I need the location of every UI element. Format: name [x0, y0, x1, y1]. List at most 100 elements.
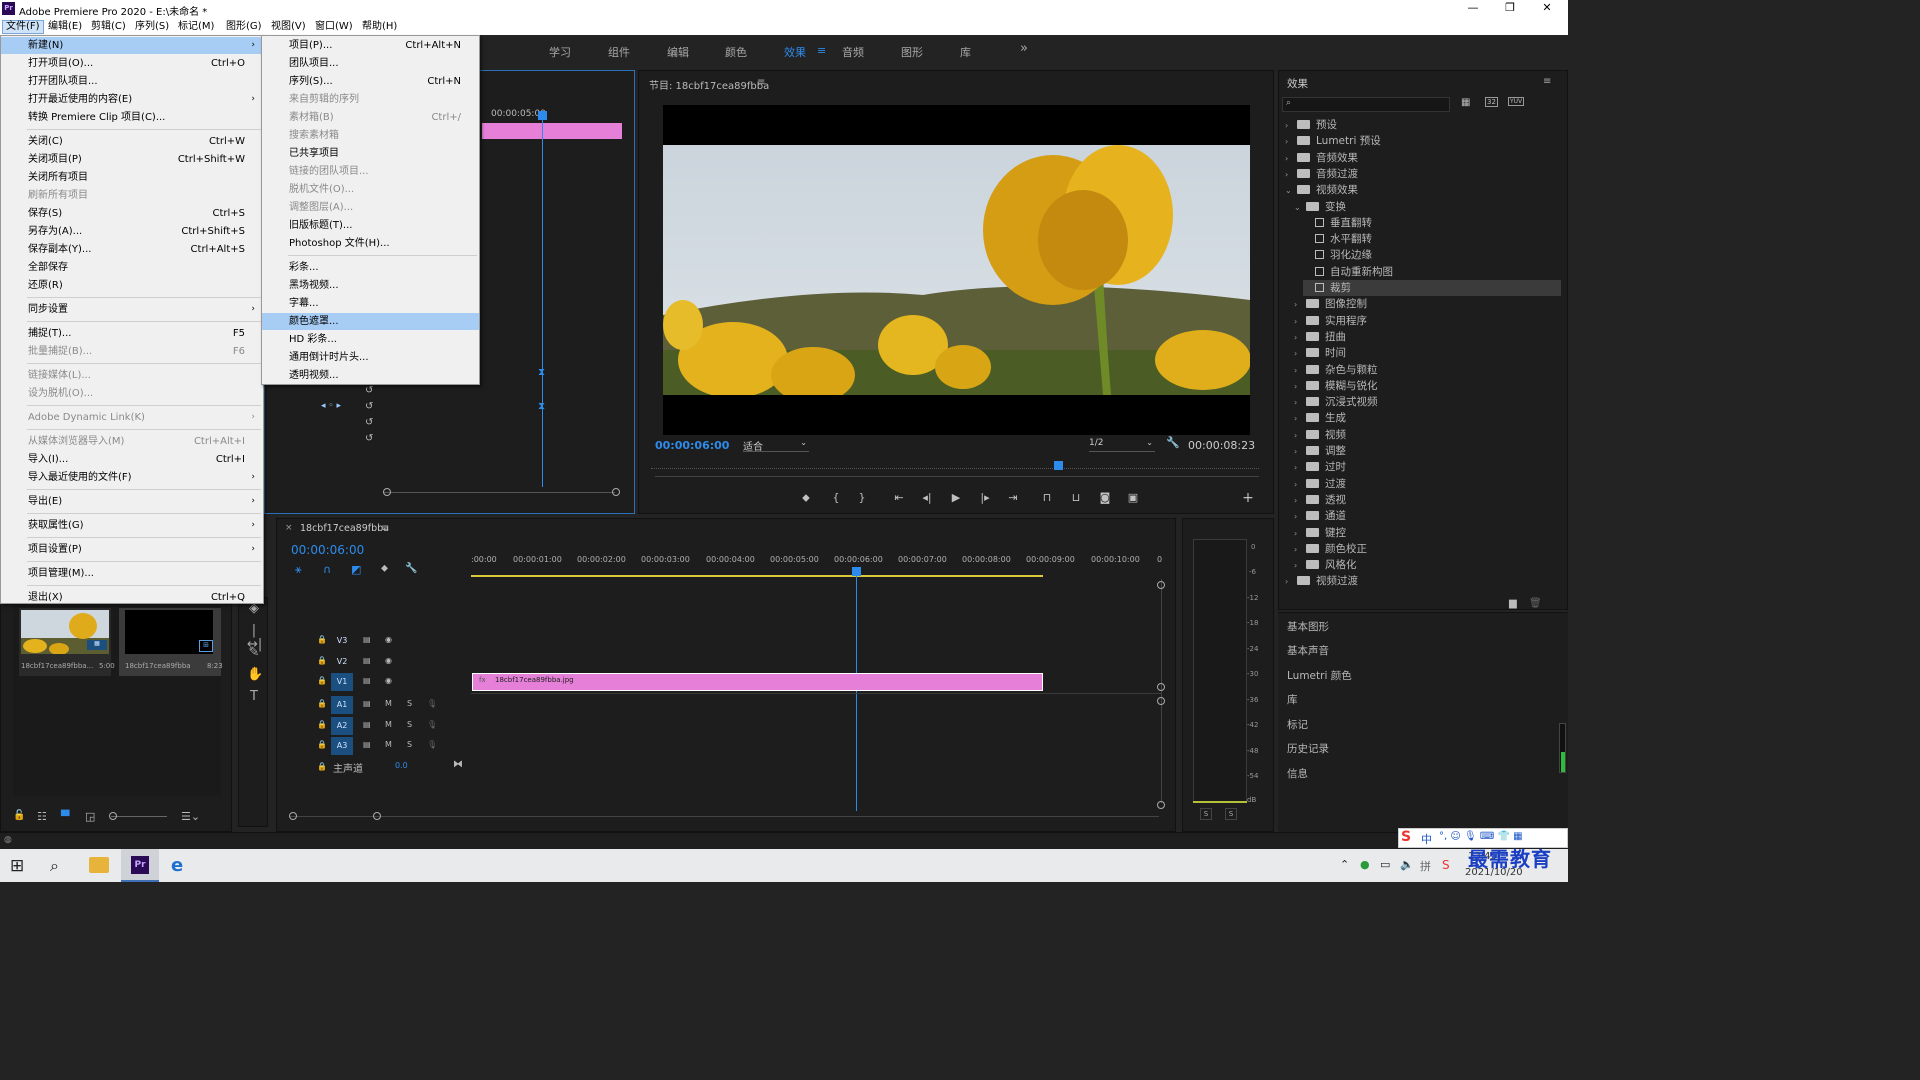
file-menu-item[interactable]: 项目管理(M)... [1, 565, 263, 582]
new-submenu-item[interactable]: Photoshop 文件(H)... [262, 235, 479, 252]
markers-panel[interactable]: 标记 [1287, 717, 1308, 732]
chevron-right-icon[interactable]: › [1285, 118, 1297, 134]
more-workspaces-icon[interactable]: » [1020, 41, 1028, 56]
timeline-clip[interactable]: fx 18cbf17cea89fbba.jpg [472, 673, 1043, 691]
info-panel[interactable]: 信息 [1287, 766, 1308, 781]
libraries-panel[interactable]: 库 [1287, 692, 1298, 707]
maximize-icon[interactable]: ❐ [1499, 1, 1521, 15]
keyframe-marker-icon[interactable]: ⧗ [538, 401, 545, 412]
effect-folder[interactable]: › 过渡 [1294, 476, 1561, 492]
lock-icon[interactable]: 🔒 [317, 656, 327, 665]
scroll-handle[interactable] [1157, 697, 1165, 705]
delete-icon[interactable]: 🗑 [1529, 598, 1542, 609]
effect-folder[interactable]: › 模糊与锐化 [1294, 378, 1561, 394]
extract-icon[interactable]: ⊔ [1069, 491, 1083, 505]
file-menu-item[interactable]: 打开团队项目... [1, 73, 263, 90]
track-label[interactable]: A1 [331, 696, 353, 714]
sync-icon[interactable]: ▤ [363, 676, 371, 685]
volume-icon[interactable]: 🔈 [1400, 858, 1414, 871]
track-label[interactable]: V1 [331, 673, 353, 691]
chevron-right-icon[interactable]: › [1294, 460, 1306, 476]
history-panel[interactable]: 历史记录 [1287, 741, 1329, 756]
minimize-icon[interactable]: — [1462, 1, 1484, 15]
network-icon[interactable]: ▭ [1380, 858, 1390, 871]
mic-icon[interactable]: 🎙 [427, 699, 437, 708]
new-bin-icon[interactable]: ▆ [1509, 598, 1517, 609]
close-tab-icon[interactable]: × [285, 523, 293, 533]
menu-file[interactable]: 文件(F) [2, 20, 44, 34]
ime-tray-icon[interactable]: 拼 [1420, 858, 1431, 874]
step-back-icon[interactable]: ◂| [920, 491, 934, 505]
reset-icon[interactable]: ↺ [365, 433, 373, 444]
effect-folder[interactable]: ⌄ 视频效果 [1285, 182, 1561, 198]
file-menu-item[interactable]: 导出(E) › [1, 493, 263, 510]
effect-folder[interactable]: › 时间 [1294, 345, 1561, 361]
edge-browser-icon[interactable]: e [171, 855, 183, 876]
chevron-right-icon[interactable]: › [1294, 493, 1306, 509]
chevron-right-icon[interactable]: › [1294, 542, 1306, 558]
meter-solo-button[interactable]: S [1225, 808, 1237, 820]
compare-icon[interactable]: ▣ [1126, 491, 1140, 505]
effect-folder[interactable]: › 键控 [1294, 525, 1561, 541]
workspace-audio[interactable]: 音频 [842, 44, 864, 60]
chevron-right-icon[interactable]: › [1285, 151, 1297, 167]
file-menu-item[interactable]: 导入(I)... Ctrl+I [1, 451, 263, 468]
wrench-icon[interactable]: 🔧 [405, 563, 417, 574]
effect-folder[interactable]: › 杂色与颗粒 [1294, 362, 1561, 378]
file-explorer-icon[interactable] [89, 857, 109, 873]
mute-button[interactable]: M [385, 740, 392, 749]
effect-folder[interactable]: › 沉浸式视频 [1294, 394, 1561, 410]
effect-folder[interactable]: › 颜色校正 [1294, 541, 1561, 557]
chevron-right-icon[interactable]: › [1294, 428, 1306, 444]
lock-icon[interactable]: 🔒 [317, 635, 327, 644]
new-submenu-item[interactable]: 通用倒计时片头... [262, 349, 479, 366]
solo-button[interactable]: S [407, 740, 412, 749]
effect-item[interactable]: 垂直翻转 [1303, 215, 1561, 231]
file-menu-item[interactable]: 保存副本(Y)... Ctrl+Alt+S [1, 241, 263, 258]
zoom-slider[interactable] [111, 816, 167, 817]
track-label[interactable]: A3 [331, 737, 353, 755]
workspace-color[interactable]: 颜色 [725, 44, 747, 60]
solo-button[interactable]: S [407, 720, 412, 729]
source-zoom-bar[interactable] [383, 492, 615, 493]
source-playhead-handle[interactable] [538, 111, 547, 120]
effect-folder[interactable]: › 视频过渡 [1285, 573, 1561, 589]
new-submenu-item[interactable]: 团队项目... [262, 55, 479, 72]
effect-folder[interactable]: › Lumetri 预设 [1285, 133, 1561, 149]
chevron-right-icon[interactable]: › [1294, 444, 1306, 460]
scroll-handle[interactable] [1157, 581, 1165, 589]
chevron-right-icon[interactable]: › [1294, 558, 1306, 574]
timeline-tab[interactable]: 18cbf17cea89fbba [300, 523, 389, 534]
new-submenu-item[interactable]: 字幕... [262, 295, 479, 312]
32bit-effects-icon[interactable]: 32 [1485, 97, 1498, 107]
program-scroll[interactable] [655, 476, 1259, 477]
menu-graphics[interactable]: 图形(G) [223, 20, 265, 34]
chevron-right-icon[interactable]: › [1294, 330, 1306, 346]
fit-dropdown[interactable]: 适合 ⌄ [743, 438, 809, 453]
effect-folder[interactable]: › 调整 [1294, 443, 1561, 459]
file-menu-item[interactable]: 项目设置(P) › [1, 541, 263, 558]
chevron-right-icon[interactable]: › [1285, 167, 1297, 183]
file-menu-item[interactable]: 关闭所有项目 [1, 169, 263, 186]
taskbar-premiere[interactable]: Pr [121, 849, 159, 882]
timeline-hscroll[interactable] [289, 816, 1159, 817]
effect-folder[interactable]: › 透视 [1294, 492, 1561, 508]
file-menu-item[interactable]: 另存为(A)... Ctrl+Shift+S [1, 223, 263, 240]
effect-folder[interactable]: › 视频 [1294, 427, 1561, 443]
effect-folder[interactable]: › 通道 [1294, 508, 1561, 524]
mute-button[interactable]: M [385, 699, 392, 708]
zoom-handle[interactable] [383, 488, 391, 496]
time-ruler[interactable]: :00:00 00:00:01:00 00:00:02:00 00:00:03:… [471, 555, 1162, 575]
eye-icon[interactable]: ◉ [385, 676, 392, 685]
new-submenu-item[interactable]: 已共享项目 [262, 145, 479, 162]
hand-tool-icon[interactable]: ✋ [247, 668, 263, 682]
workspace-effects[interactable]: 效果 [784, 44, 806, 60]
freeform-view-icon[interactable]: ◲ [85, 810, 95, 823]
sort-icon[interactable]: ☰⌄ [181, 810, 200, 823]
chevron-right-icon[interactable]: › [1294, 363, 1306, 379]
workspace-menu-icon[interactable]: ≡ [817, 44, 826, 57]
track-label[interactable]: A2 [331, 717, 353, 735]
chevron-down-icon[interactable]: ⌄ [1285, 183, 1297, 199]
tray-app-icon[interactable]: ● [1360, 858, 1370, 871]
chevron-right-icon[interactable]: › [1294, 379, 1306, 395]
